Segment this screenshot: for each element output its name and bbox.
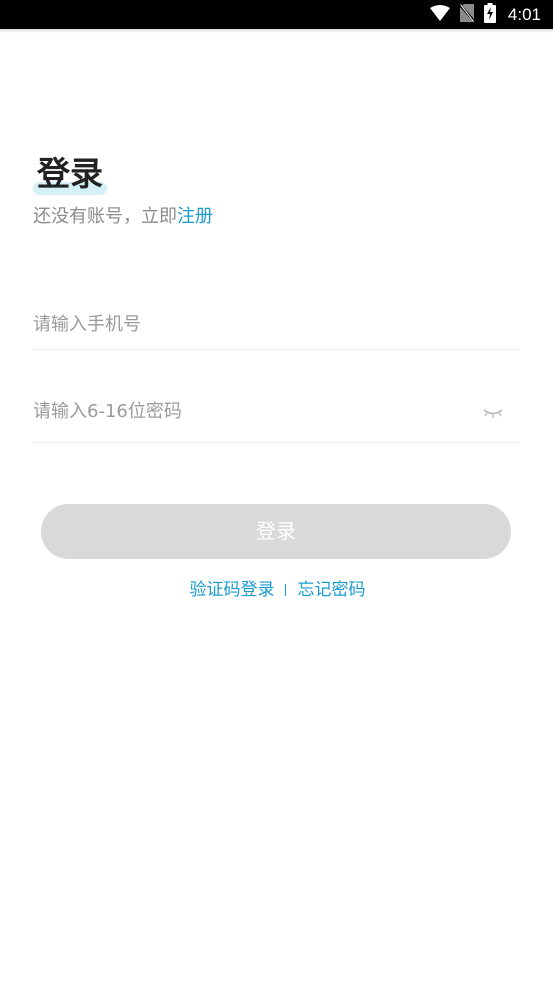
status-bar: 4:01 — [0, 0, 553, 29]
status-bar-shadow — [0, 29, 553, 33]
register-prompt-text: 还没有账号，立即 — [33, 206, 177, 227]
secondary-links: 验证码登录 忘记密码 — [0, 577, 553, 603]
password-field — [33, 387, 520, 443]
register-prompt: 还没有账号，立即注册 — [33, 204, 213, 230]
no-sim-icon — [458, 3, 475, 26]
status-time: 4:01 — [507, 4, 541, 24]
phone-field — [33, 300, 520, 350]
eye-closed-icon[interactable] — [482, 404, 504, 418]
sms-login-link[interactable]: 验证码登录 — [190, 577, 275, 603]
link-separator — [284, 584, 286, 596]
page-title: 登录 — [37, 154, 103, 193]
status-icons: 4:01 — [429, 0, 541, 29]
forgot-password-link[interactable]: 忘记密码 — [298, 577, 366, 603]
register-link[interactable]: 注册 — [177, 206, 213, 227]
title-block: 登录 — [33, 152, 113, 200]
phone-input[interactable] — [33, 309, 453, 339]
password-input[interactable] — [33, 396, 453, 426]
wifi-icon — [429, 4, 450, 25]
battery-charging-icon — [483, 2, 496, 27]
login-button[interactable]: 登录 — [41, 504, 511, 559]
